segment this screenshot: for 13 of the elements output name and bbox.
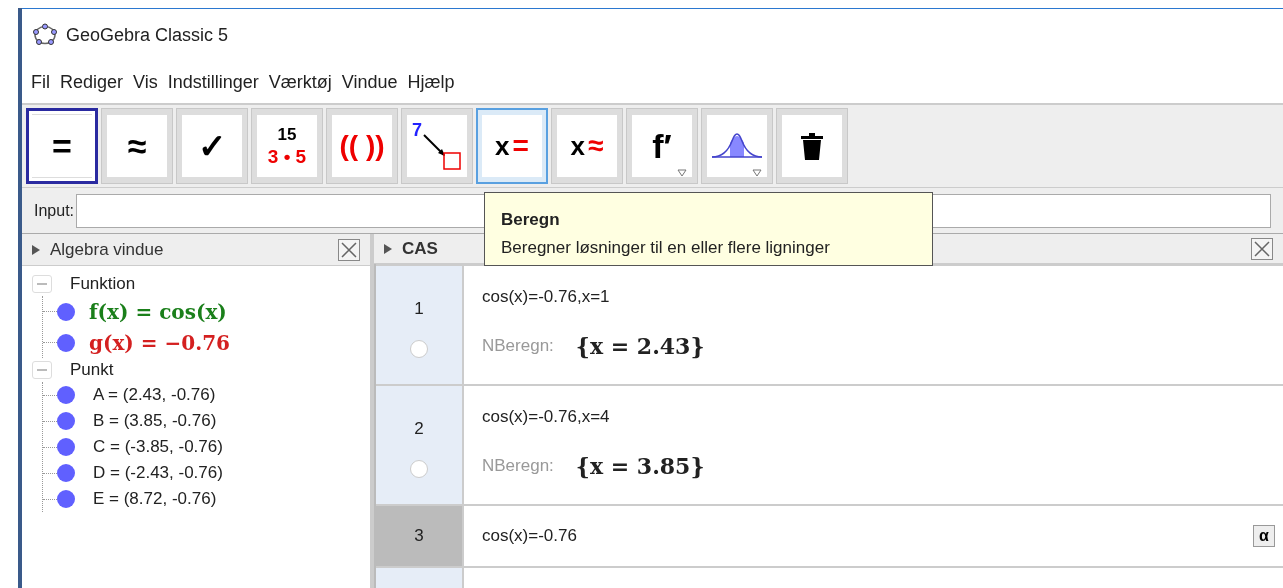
output-label: NBeregn: [482, 455, 554, 478]
panel-title: CAS [402, 237, 438, 260]
row-number: 3 [414, 525, 424, 548]
cas-output: {x = 2.43} [575, 331, 705, 361]
row-number: 1 [414, 298, 424, 320]
row-number: 2 [414, 418, 424, 440]
panel-title: Algebra vindue [50, 238, 165, 261]
input-label: Input: [34, 200, 75, 221]
output-label: NBeregn: [482, 335, 554, 358]
tooltip-title: Beregn [501, 209, 561, 231]
window-title: GeoGebra Classic 5 [66, 23, 229, 47]
tooltip-text: Beregner løsninger til en eller flere ligninger [501, 236, 831, 259]
cas-output: {x = 3.85} [575, 451, 705, 481]
